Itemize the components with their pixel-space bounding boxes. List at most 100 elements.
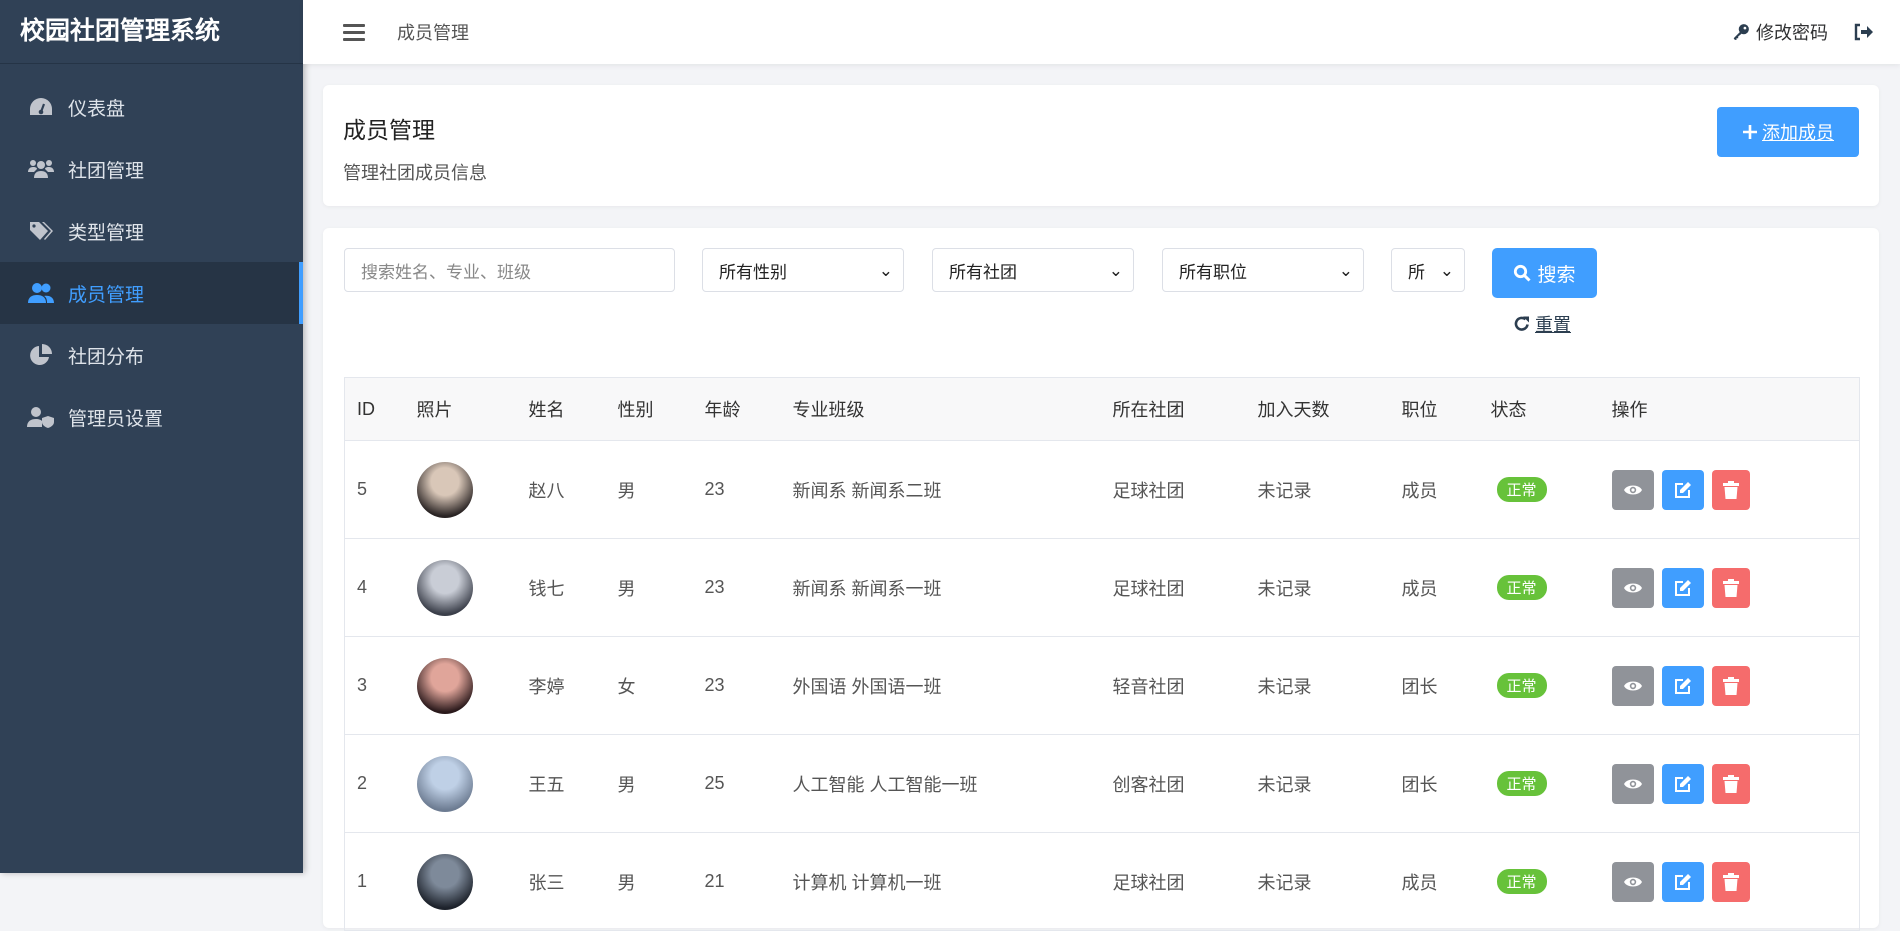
sidebar-item-label: 社团管理: [68, 160, 145, 182]
column-header: 加入天数: [1245, 377, 1390, 441]
cell-days: 未记录: [1245, 636, 1390, 735]
table-row: 1 张三男 21 计算机 计算机一班 足球社团 未记录 成员 正常: [344, 832, 1860, 931]
user-shield-icon: [26, 406, 56, 428]
column-header: 职位: [1389, 377, 1479, 441]
sidebar-item-2[interactable]: 类型管理: [0, 200, 303, 262]
actions-cell: [1599, 538, 1860, 637]
cell-major: 新闻系 新闻系一班: [780, 538, 1101, 637]
status-select[interactable]: 所有状态 ⌄: [1391, 248, 1465, 292]
search-button[interactable]: 搜索: [1492, 248, 1597, 298]
reset-label: 重置: [1535, 315, 1571, 335]
cell-position: 成员: [1389, 832, 1479, 931]
cell-club: 创客社团: [1100, 734, 1246, 833]
cell-age: 25: [692, 734, 781, 833]
cell-id: 3: [344, 636, 405, 735]
cell-name: 王五: [516, 734, 606, 833]
app-logo-title: 校园社团管理系统: [0, 0, 303, 64]
cell-name: 李婷: [516, 636, 606, 735]
sidebar-item-0[interactable]: 仪表盘: [0, 76, 303, 138]
column-header: 照片: [404, 377, 517, 441]
logout-icon[interactable]: [1854, 23, 1874, 41]
status-cell: 正常: [1478, 832, 1600, 931]
gender-select[interactable]: 所有性别 ⌄: [702, 248, 904, 292]
status-badge: 正常: [1496, 771, 1547, 796]
cell-id: 5: [344, 440, 405, 539]
view-button[interactable]: [1611, 763, 1654, 804]
search-label: 搜索: [1537, 264, 1576, 286]
plus-icon: [1743, 125, 1757, 139]
club-select-value: 所有社团: [949, 262, 1017, 282]
search-input[interactable]: 搜索姓名、专业、班级: [344, 248, 675, 292]
cell-position: 团长: [1389, 636, 1479, 735]
sidebar-item-label: 类型管理: [68, 222, 145, 244]
status-select-value: 所有状态: [1408, 262, 1426, 282]
cell-gender: 男: [605, 832, 693, 931]
position-select[interactable]: 所有职位 ⌄: [1162, 248, 1364, 292]
delete-button[interactable]: [1711, 861, 1750, 902]
reset-button[interactable]: 重置: [1513, 311, 1571, 337]
cell-days: 未记录: [1245, 734, 1390, 833]
cell-days: 未记录: [1245, 538, 1390, 637]
change-password-label: 修改密码: [1756, 23, 1828, 43]
sidebar-item-label: 仪表盘: [68, 98, 126, 120]
view-button[interactable]: [1611, 567, 1654, 608]
pie-chart-icon: [26, 343, 56, 367]
sidebar-item-5[interactable]: 管理员设置: [0, 386, 303, 448]
edit-button[interactable]: [1661, 861, 1704, 902]
edit-icon: [1674, 481, 1691, 498]
change-password-link[interactable]: 修改密码: [1732, 19, 1828, 45]
chevron-down-icon: ⌄: [1439, 261, 1454, 281]
sidebar: 校园社团管理系统 仪表盘社团管理类型管理成员管理 社团分布 管理员设置: [0, 0, 303, 873]
status-cell: 正常: [1478, 440, 1600, 539]
view-button[interactable]: [1611, 861, 1654, 902]
sidebar-item-1[interactable]: 社团管理: [0, 138, 303, 200]
cell-id: 1: [344, 832, 405, 931]
photo-cell: [404, 538, 517, 637]
club-select[interactable]: 所有社团 ⌄: [932, 248, 1134, 292]
eye-icon: [1623, 485, 1642, 494]
table-row: 2 王五男 25 人工智能 人工智能一班 创客社团 未记录 团长 正常: [344, 734, 1860, 833]
edit-button[interactable]: [1661, 665, 1704, 706]
avatar: [416, 461, 473, 518]
column-header: ID: [344, 377, 405, 441]
column-header: 操作: [1599, 377, 1860, 441]
table-row: 5 赵八男 23 新闻系 新闻系二班 足球社团 未记录 成员 正常: [344, 440, 1860, 539]
refresh-icon: [1514, 316, 1529, 331]
add-member-button[interactable]: 添加成员: [1717, 107, 1859, 157]
chevron-down-icon: ⌄: [1108, 261, 1123, 280]
trash-icon: [1722, 872, 1739, 891]
view-button[interactable]: [1611, 665, 1654, 706]
photo-cell: [404, 832, 517, 931]
cell-name: 赵八: [516, 440, 606, 539]
photo-cell: [404, 636, 517, 735]
status-cell: 正常: [1478, 538, 1600, 637]
member-list-card: 搜索姓名、专业、班级 所有性别 ⌄ 所有社团 ⌄ 所有职位 ⌄ 所有状态 ⌄ 搜索 重置…: [323, 228, 1879, 931]
hamburger-menu-icon[interactable]: [343, 20, 365, 45]
edit-button[interactable]: [1661, 567, 1704, 608]
avatar: [416, 853, 473, 910]
column-header: 状态: [1478, 377, 1600, 441]
delete-button[interactable]: [1711, 469, 1750, 510]
breadcrumb: 成员管理: [397, 23, 469, 43]
cell-id: 2: [344, 734, 405, 833]
add-member-label: 添加成员: [1762, 123, 1834, 143]
delete-button[interactable]: [1711, 763, 1750, 804]
cell-position: 成员: [1389, 538, 1479, 637]
delete-button[interactable]: [1711, 567, 1750, 608]
delete-button[interactable]: [1711, 665, 1750, 706]
edit-icon: [1674, 579, 1691, 596]
avatar: [416, 755, 473, 812]
actions-cell: [1599, 734, 1860, 833]
cell-gender: 男: [605, 538, 693, 637]
edit-button[interactable]: [1661, 763, 1704, 804]
cell-name: 钱七: [516, 538, 606, 637]
dashboard-icon: [26, 96, 56, 118]
edit-button[interactable]: [1661, 469, 1704, 510]
column-header: 所在社团: [1100, 377, 1246, 441]
actions-cell: [1599, 636, 1860, 735]
view-button[interactable]: [1611, 469, 1654, 510]
sidebar-item-3[interactable]: 成员管理: [0, 262, 303, 324]
sidebar-item-4[interactable]: 社团分布: [0, 324, 303, 386]
actions-cell: [1599, 832, 1860, 931]
avatar: [416, 559, 473, 616]
